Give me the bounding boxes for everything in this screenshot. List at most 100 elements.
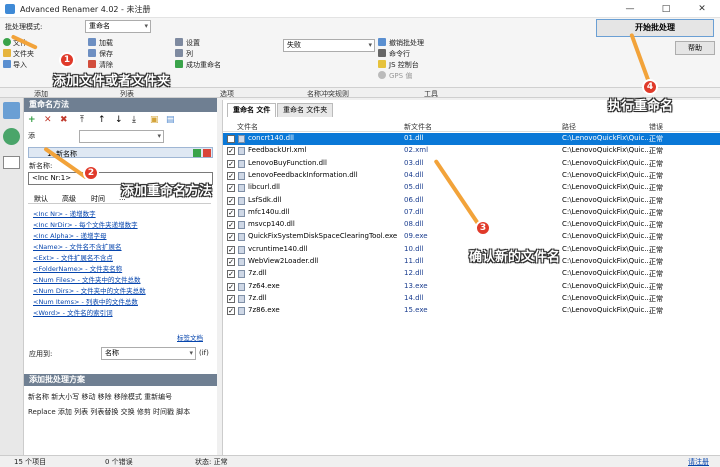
import-menu[interactable]: 导入 <box>13 60 27 70</box>
tag-link[interactable]: <Name> - 文件名不含扩展名 <box>33 241 122 251</box>
table-row[interactable]: ✓ LenovoFeedbackInformation.dll 04.dll C:\L… <box>223 170 720 182</box>
row-checkbox[interactable]: ✓ <box>227 307 235 316</box>
register-link[interactable]: 请注册 <box>688 457 709 467</box>
help-button[interactable]: 帮助 <box>675 41 715 55</box>
undo-batch-button[interactable]: 撤销批处理 <box>389 38 424 48</box>
move-down-icon[interactable]: ↓ <box>115 115 123 125</box>
row-checkbox[interactable]: ✓ <box>227 196 235 205</box>
table-row[interactable]: ✓ libcurl.dll 05.dll C:\LenovoQuickFix\Quic… <box>223 182 720 194</box>
file-list-panel: 重命名 文件 重命名 文件夹 文件名 新文件名 路径 错误 ✓ concrt140… <box>222 100 720 455</box>
annotation-add-files: 添加文件或者文件夹 <box>53 74 171 89</box>
row-checkbox[interactable]: ✓ <box>227 171 235 180</box>
tag-link[interactable]: <Word> - 文件名的索引词 <box>33 307 113 317</box>
table-row[interactable]: ✓ LsfSdk.dll 06.dll C:\LenovoQuickFix\Quic.… <box>223 195 720 207</box>
cell-error: 正常 <box>649 196 663 205</box>
row-checkbox[interactable]: ✓ <box>227 221 235 230</box>
clear-list-button[interactable]: 清除 <box>99 60 113 70</box>
columns-button[interactable]: 列 <box>186 49 193 59</box>
cell-error: 正常 <box>649 233 663 242</box>
tag-link[interactable]: <Inc NrDir> - 每个文件夹递增数字 <box>33 219 138 229</box>
info-icon[interactable] <box>3 128 20 145</box>
tag-link[interactable]: <Num Items> - 列表中的文件总数 <box>33 296 138 306</box>
batch-methods-row1[interactable]: 新名称 新大小写 移动 移除 移除模式 重新编号 <box>28 392 172 402</box>
table-row[interactable]: ✓ msvcp140.dll 08.dll C:\LenovoQuickFix\Qui… <box>223 219 720 231</box>
table-row[interactable]: ✓ 7z.dll 12.dll C:\LenovoQuickFix\Quic... 正常 <box>223 268 720 280</box>
table-row[interactable]: ✓ 7z.dll 14.dll C:\LenovoQuickFix\Quic... 正常 <box>223 293 720 305</box>
table-row[interactable]: ✓ FeedbackUrl.xml 02.xml C:\LenovoQuickFix\… <box>223 145 720 157</box>
table-row[interactable]: ✓ 7z64.exe 13.exe C:\LenovoQuickFix\Quic...… <box>223 281 720 293</box>
method-preset-icon[interactable]: ▤ <box>166 115 175 125</box>
row-checkbox[interactable]: ✓ <box>227 135 235 143</box>
save-icon <box>88 49 96 57</box>
clear-methods-icon[interactable]: ✖ <box>60 115 68 125</box>
minimize-button[interactable]: — <box>612 0 648 18</box>
settings-button[interactable]: 设置 <box>186 38 200 48</box>
rename-methods-icon[interactable] <box>3 102 20 119</box>
batch-methods-row2[interactable]: Replace 添加 列表 列表替换 交换 修剪 时间戳 脚本 <box>28 407 190 417</box>
check-icon <box>175 60 183 68</box>
save-list-button[interactable]: 保存 <box>99 49 113 59</box>
col-error[interactable]: 错误 <box>649 122 663 132</box>
tag-doc-link[interactable]: 标签文档 <box>177 332 203 342</box>
method-delete-icon[interactable] <box>203 149 211 157</box>
tag-link[interactable]: <Inc Nr> - 递增数字 <box>33 208 96 218</box>
cell-filename: msvcp140.dll <box>248 220 295 229</box>
tag-link[interactable]: <Num Dirs> - 文件夹中的文件夹总数 <box>33 285 146 295</box>
tag-link[interactable]: <Num Files> - 文件夹中的文件总数 <box>33 274 141 284</box>
cell-error: 正常 <box>649 307 663 316</box>
method-enable-check[interactable] <box>193 149 201 157</box>
js-console-button[interactable]: JS 控制台 <box>389 60 419 70</box>
gps-button[interactable]: GPS 偏 <box>389 71 412 81</box>
row-checkbox[interactable]: ✓ <box>227 159 235 168</box>
apply-to-select[interactable]: 名称 <box>101 347 196 360</box>
tag-link[interactable]: <Ext> - 文件扩展名不含点 <box>33 252 113 262</box>
row-checkbox[interactable]: ✓ <box>227 282 235 291</box>
maximize-button[interactable]: □ <box>648 0 684 18</box>
col-filename[interactable]: 文件名 <box>237 122 258 132</box>
cell-error: 正常 <box>649 159 663 168</box>
move-top-icon[interactable]: ⤒ <box>80 115 84 125</box>
cell-path: C:\LenovoQuickFix\Quic... <box>562 306 652 315</box>
row-checkbox[interactable]: ✓ <box>227 184 235 193</box>
row-checkbox[interactable]: ✓ <box>227 208 235 217</box>
status-state: 状态: 正常 <box>195 458 228 466</box>
table-row[interactable]: ✓ LenovoBuyFunction.dll 03.dll C:\LenovoQui… <box>223 158 720 170</box>
move-up-icon[interactable]: ↑ <box>98 115 106 125</box>
row-checkbox[interactable]: ✓ <box>227 233 235 242</box>
move-bottom-icon[interactable]: ⤓ <box>132 115 136 125</box>
file-icon <box>238 233 245 242</box>
row-checkbox[interactable]: ✓ <box>227 258 235 266</box>
start-batch-button[interactable]: 开始批处理 <box>596 19 714 37</box>
col-path[interactable]: 路径 <box>562 122 576 132</box>
add-method-icon[interactable]: + <box>28 115 36 125</box>
table-row[interactable]: ✓ concrt140.dll 01.dll C:\LenovoQuickFix\Qu… <box>223 133 720 145</box>
cell-new-filename: 08.dll <box>404 220 424 229</box>
command-line-icon <box>378 49 386 57</box>
table-row[interactable]: ✓ QuickFixSystemDiskSpaceClearingTool.exe… <box>223 231 720 243</box>
row-checkbox[interactable]: ✓ <box>227 294 235 303</box>
add-folders-menu[interactable]: 文件夹 <box>13 49 34 59</box>
cell-new-filename: 05.dll <box>404 183 424 192</box>
row-checkbox[interactable]: ✓ <box>227 245 235 254</box>
col-new-filename[interactable]: 新文件名 <box>404 122 432 132</box>
tab-rename-files[interactable]: 重命名 文件 <box>227 103 277 117</box>
batch-mode-select[interactable]: 重命名 <box>85 20 151 33</box>
tag-link[interactable]: <Inc Alpha> - 递增字母 <box>33 230 107 240</box>
conflict-rule-select[interactable]: 失败 <box>283 39 375 52</box>
tab-rename-folders[interactable]: 重命名 文件夹 <box>277 103 334 117</box>
remove-method-icon[interactable]: ✕ <box>44 115 52 125</box>
cell-path: C:\LenovoQuickFix\Quic... <box>562 269 652 278</box>
cell-new-filename: 07.dll <box>404 207 424 216</box>
close-button[interactable]: ✕ <box>684 0 720 18</box>
folder-view-icon[interactable] <box>3 156 20 169</box>
success-renamed-option[interactable]: 成功重命名 <box>186 60 221 70</box>
cell-path: C:\LenovoQuickFix\Quic... <box>562 170 652 179</box>
row-checkbox[interactable]: ✓ <box>227 147 235 156</box>
table-row[interactable]: ✓ 7z86.exe 15.exe C:\LenovoQuickFix\Quic...… <box>223 305 720 317</box>
load-list-button[interactable]: 加载 <box>99 38 113 48</box>
tag-link[interactable]: <FolderName> - 文件夹名称 <box>33 263 122 273</box>
method-type-select[interactable] <box>79 130 164 143</box>
row-checkbox[interactable]: ✓ <box>227 270 235 279</box>
command-line-button[interactable]: 命令行 <box>389 49 410 59</box>
method-folder-icon[interactable]: ▣ <box>150 115 159 125</box>
